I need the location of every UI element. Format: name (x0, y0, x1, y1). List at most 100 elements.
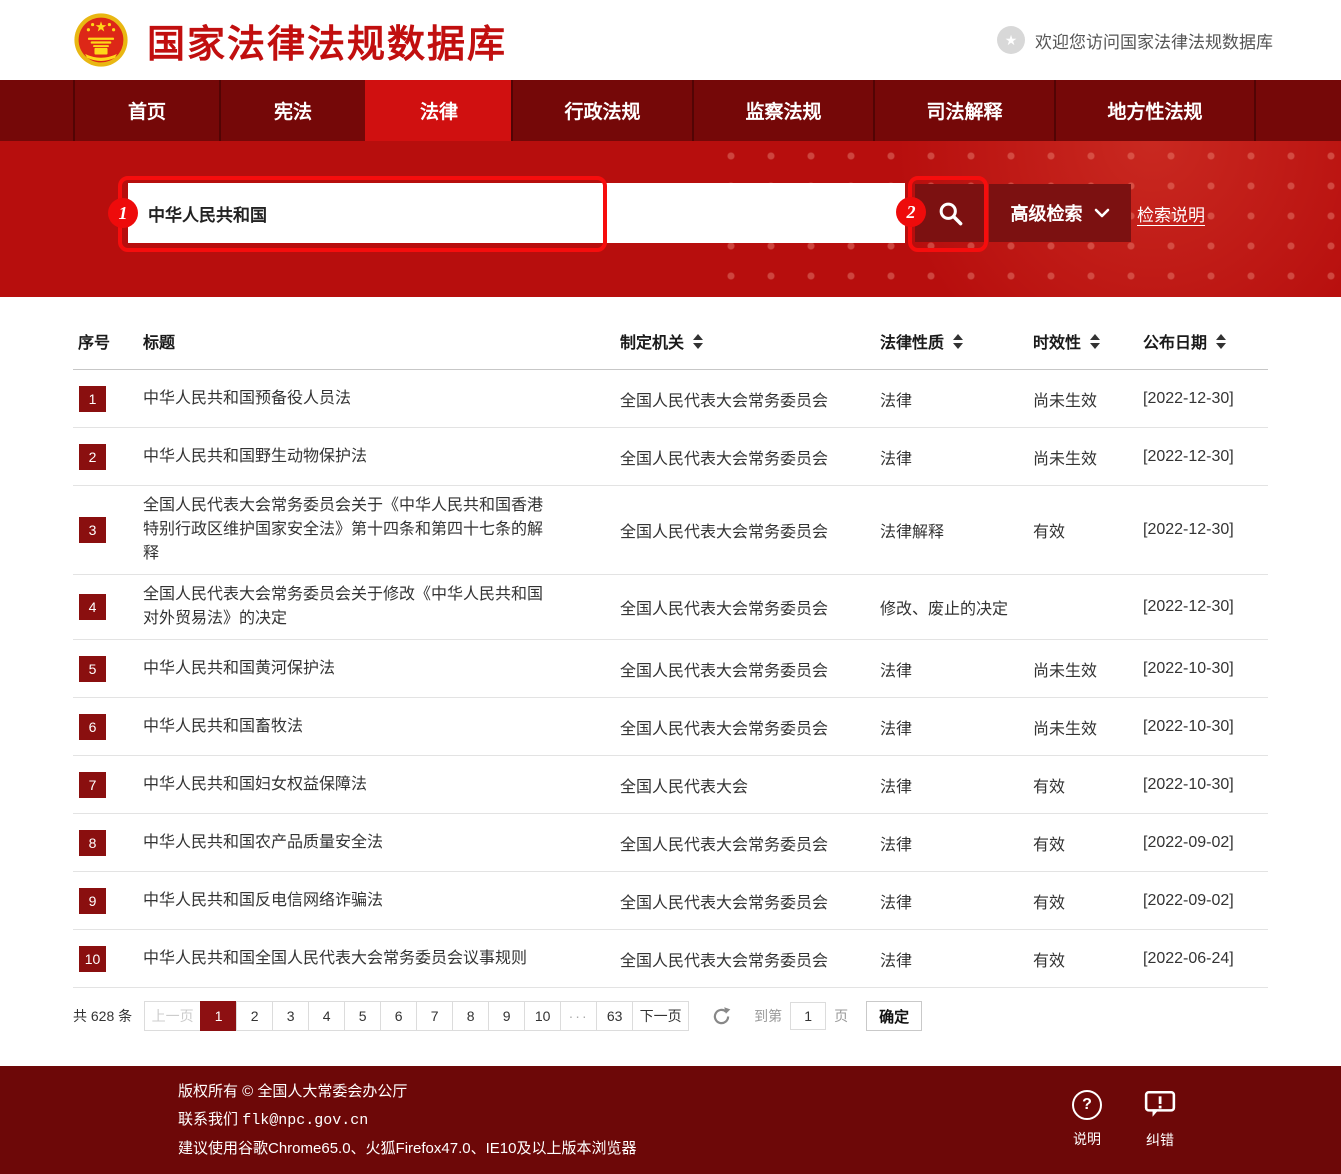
browser-note-line: 建议使用谷歌Chrome65.0、火狐Firefox47.0、IE10及以上版本… (178, 1135, 636, 1163)
row-number-badge: 7 (79, 772, 106, 798)
row-number-badge: 1 (79, 386, 106, 412)
contact-email[interactable]: flk@npc.gov.cn (242, 1112, 368, 1129)
advanced-search-button[interactable]: 高级检索 (989, 184, 1131, 242)
page-button-4[interactable]: 4 (308, 1001, 345, 1031)
error-report-button[interactable]: 纠错 (1144, 1090, 1176, 1150)
brand: 国家法律法规数据库 (73, 12, 507, 68)
law-title-link[interactable]: 中华人民共和国畜牧法 (143, 715, 303, 739)
page-button-8[interactable]: 8 (452, 1001, 489, 1031)
law-title-link[interactable]: 中华人民共和国反电信网络诈骗法 (143, 889, 383, 913)
table-row: 7 中华人民共和国妇女权益保障法 全国人民代表大会 法律 有效 [2022-10… (73, 756, 1268, 814)
law-title-link[interactable]: 中华人民共和国妇女权益保障法 (143, 773, 367, 797)
page-button-7[interactable]: 7 (416, 1001, 453, 1031)
sort-icon[interactable] (953, 334, 963, 349)
table-row: 5 中华人民共和国黄河保护法 全国人民代表大会常务委员会 法律 尚未生效 [20… (73, 640, 1268, 698)
prev-page-button[interactable]: 上一页 (144, 1001, 201, 1031)
law-title-link[interactable]: 中华人民共和国全国人民代表大会常务委员会议事规则 (143, 947, 527, 971)
confirm-button[interactable]: 确定 (866, 1001, 922, 1031)
results-area: 序号 标题 制定机关 法律性质 时效性 公布日期 1 中华人民共和国预备役人员法 (0, 297, 1341, 1031)
row-number-badge: 5 (79, 656, 106, 682)
welcome-area: ★ 欢迎您访问国家法律法规数据库 (997, 26, 1273, 54)
date-cell: [2022-06-24] (1143, 950, 1268, 968)
table-row: 2 中华人民共和国野生动物保护法 全国人民代表大会常务委员会 法律 尚未生效 [… (73, 428, 1268, 486)
table-row: 10 中华人民共和国全国人民代表大会常务委员会议事规则 全国人民代表大会常务委员… (73, 930, 1268, 988)
organ-cell: 全国人民代表大会常务委员会 (620, 889, 880, 913)
nav-tab-constitution[interactable]: 宪法 (219, 80, 365, 141)
col-header-organ-label: 制定机关 (620, 329, 684, 353)
law-title-link[interactable]: 中华人民共和国农产品质量安全法 (143, 831, 383, 855)
nav-tab-judicial-interpretations[interactable]: 司法解释 (873, 80, 1054, 141)
next-page-button[interactable]: 下一页 (632, 1001, 689, 1031)
organ-cell: 全国人民代表大会常务委员会 (620, 831, 880, 855)
page-button-5[interactable]: 5 (344, 1001, 381, 1031)
date-cell: [2022-12-30] (1143, 448, 1268, 466)
date-cell: [2022-12-30] (1143, 521, 1268, 539)
law-title-link[interactable]: 中华人民共和国黄河保护法 (143, 657, 335, 681)
row-number-badge: 2 (79, 444, 106, 470)
search-help-link[interactable]: 检索说明 (1137, 201, 1205, 226)
nature-cell: 法律 (880, 773, 1033, 797)
page: 国家法律法规数据库 ★ 欢迎您访问国家法律法规数据库 首页 宪法 法律 行政法规… (0, 0, 1341, 1174)
refresh-icon[interactable] (711, 1006, 732, 1027)
table-row: 1 中华人民共和国预备役人员法 全国人民代表大会常务委员会 法律 尚未生效 [2… (73, 370, 1268, 428)
page-button-3[interactable]: 3 (272, 1001, 309, 1031)
law-title-link[interactable]: 中华人民共和国野生动物保护法 (143, 445, 367, 469)
validity-cell: 有效 (1033, 831, 1143, 855)
validity-cell: 尚未生效 (1033, 657, 1143, 681)
main-nav: 首页 宪法 法律 行政法规 监察法规 司法解释 地方性法规 (0, 80, 1341, 141)
contact-line: 联系我们 flk@npc.gov.cn (178, 1106, 636, 1135)
col-header-index-label: 序号 (78, 329, 110, 353)
date-cell: [2022-10-30] (1143, 660, 1268, 678)
page-button-63[interactable]: 63 (596, 1001, 633, 1031)
nav-tab-administrative-regulations[interactable]: 行政法规 (511, 80, 692, 141)
col-header-index: 序号 (73, 329, 143, 353)
organ-cell: 全国人民代表大会常务委员会 (620, 387, 880, 411)
search-button[interactable] (915, 184, 985, 242)
sort-icon[interactable] (693, 334, 703, 349)
date-cell: [2022-09-02] (1143, 892, 1268, 910)
nature-cell: 修改、废止的决定 (880, 595, 1033, 619)
star-glyph: ★ (1005, 32, 1018, 49)
row-number-badge: 3 (79, 517, 106, 543)
page-button-2[interactable]: 2 (236, 1001, 273, 1031)
page-button-1[interactable]: 1 (200, 1001, 237, 1031)
nav-tab-local-regulations[interactable]: 地方性法规 (1054, 80, 1256, 141)
nav-tab-supervision-regulations[interactable]: 监察法规 (692, 80, 873, 141)
chevron-down-icon (1094, 208, 1110, 218)
help-button[interactable]: ? 说明 (1072, 1090, 1102, 1150)
nature-cell: 法律解释 (880, 518, 1033, 542)
search-input[interactable] (128, 183, 905, 243)
ellipsis-button[interactable]: ··· (560, 1001, 597, 1031)
nav-tab-home[interactable]: 首页 (73, 80, 219, 141)
nav-tab-laws[interactable]: 法律 (365, 80, 511, 141)
organ-cell: 全国人民代表大会常务委员会 (620, 715, 880, 739)
nature-cell: 法律 (880, 831, 1033, 855)
row-number-badge: 4 (79, 594, 106, 620)
site-footer: 版权所有 © 全国人大常委会办公厅 联系我们 flk@npc.gov.cn 建议… (0, 1066, 1341, 1174)
exclamation-bubble-icon (1144, 1090, 1176, 1121)
date-cell: [2022-12-30] (1143, 390, 1268, 408)
question-icon: ? (1072, 1090, 1102, 1120)
question-glyph: ? (1082, 1096, 1092, 1114)
page-button-10[interactable]: 10 (524, 1001, 561, 1031)
sort-icon[interactable] (1216, 334, 1226, 349)
sort-icon[interactable] (1090, 334, 1100, 349)
table-row: 6 中华人民共和国畜牧法 全国人民代表大会常务委员会 法律 尚未生效 [2022… (73, 698, 1268, 756)
page-button-6[interactable]: 6 (380, 1001, 417, 1031)
contact-label: 联系我们 (178, 1111, 238, 1128)
col-header-title: 标题 (143, 329, 620, 353)
col-header-title-label: 标题 (143, 329, 175, 353)
organ-cell: 全国人民代表大会常务委员会 (620, 947, 880, 971)
law-title-link[interactable]: 中华人民共和国预备役人员法 (143, 387, 351, 411)
law-title-link[interactable]: 全国人民代表大会常务委员会关于《中华人民共和国香港特别行政区维护国家安全法》第十… (143, 494, 555, 566)
date-cell: [2022-10-30] (1143, 776, 1268, 794)
row-number-badge: 8 (79, 830, 106, 856)
advanced-search-label: 高级检索 (1011, 200, 1083, 226)
law-title-link[interactable]: 全国人民代表大会常务委员会关于修改《中华人民共和国对外贸易法》的决定 (143, 583, 555, 631)
page-button-9[interactable]: 9 (488, 1001, 525, 1031)
row-number-badge: 10 (79, 946, 106, 972)
footer-text: 版权所有 © 全国人大常委会办公厅 联系我们 flk@npc.gov.cn 建议… (178, 1078, 636, 1163)
page-jump-input[interactable] (790, 1002, 826, 1030)
table-row: 4 全国人民代表大会常务委员会关于修改《中华人民共和国对外贸易法》的决定 全国人… (73, 575, 1268, 640)
row-number-badge: 6 (79, 714, 106, 740)
